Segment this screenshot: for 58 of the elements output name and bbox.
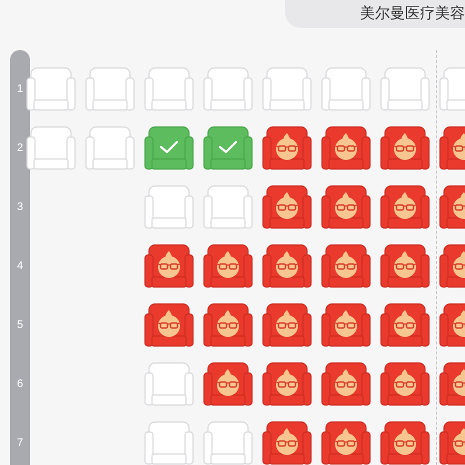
person-glasses-icon: [156, 309, 182, 337]
seat-button[interactable]: [321, 185, 371, 229]
person-glasses-icon: [215, 309, 241, 337]
seat-button[interactable]: [321, 244, 371, 288]
seat-button[interactable]: [262, 126, 312, 170]
row-number: 5: [16, 318, 24, 333]
seat-button[interactable]: [321, 362, 371, 406]
person-glasses-icon: [215, 250, 241, 278]
seat-button[interactable]: [380, 362, 430, 406]
row-number: 4: [16, 258, 24, 274]
person-glasses-icon: [333, 309, 359, 337]
row-number: 2: [16, 140, 24, 156]
seat-button[interactable]: [262, 421, 312, 465]
seat-button[interactable]: [203, 244, 253, 288]
seat-button[interactable]: [262, 185, 312, 229]
person-glasses-icon: [274, 250, 300, 278]
screen-title: 美尔曼医疗美容: [360, 2, 465, 24]
person-glasses-icon: [274, 309, 300, 337]
person-glasses-icon: [333, 132, 359, 160]
person-glasses-icon: [333, 427, 359, 455]
seat-button[interactable]: [203, 303, 253, 347]
person-glasses-icon: [274, 132, 300, 160]
row-number: 1: [16, 82, 24, 97]
person-glasses-icon: [392, 309, 418, 337]
seat-button[interactable]: [262, 362, 312, 406]
person-glasses-icon: [333, 191, 359, 219]
checkmark-icon: [218, 140, 238, 154]
row-number: 6: [16, 376, 24, 392]
person-glasses-icon: [392, 250, 418, 278]
person-glasses-icon: [274, 427, 300, 455]
seat-button[interactable]: [380, 126, 430, 170]
person-glasses-icon: [392, 427, 418, 455]
person-glasses-icon: [392, 368, 418, 396]
seat-button[interactable]: [380, 303, 430, 347]
seat-button[interactable]: [321, 303, 371, 347]
seat-button[interactable]: [321, 126, 371, 170]
person-glasses-icon: [392, 191, 418, 219]
seat-button[interactable]: [380, 421, 430, 465]
seat-button[interactable]: [144, 303, 194, 347]
seat-button[interactable]: [144, 126, 194, 170]
person-glasses-icon: [392, 132, 418, 160]
person-glasses-icon: [333, 368, 359, 396]
person-glasses-icon: [274, 368, 300, 396]
checkmark-icon: [159, 140, 179, 154]
person-glasses-icon: [156, 250, 182, 278]
seat-button[interactable]: [380, 244, 430, 288]
row-number: 7: [16, 436, 24, 451]
person-glasses-icon: [274, 191, 300, 219]
person-glasses-icon: [333, 250, 359, 278]
person-glasses-icon: [215, 368, 241, 396]
seat-button[interactable]: [262, 303, 312, 347]
seat-button[interactable]: [203, 362, 253, 406]
seat-button[interactable]: [144, 244, 194, 288]
seat-button[interactable]: [203, 126, 253, 170]
seat-button[interactable]: [321, 421, 371, 465]
seat-button[interactable]: [262, 244, 312, 288]
seat-button[interactable]: [380, 185, 430, 229]
row-number: 3: [16, 200, 24, 215]
